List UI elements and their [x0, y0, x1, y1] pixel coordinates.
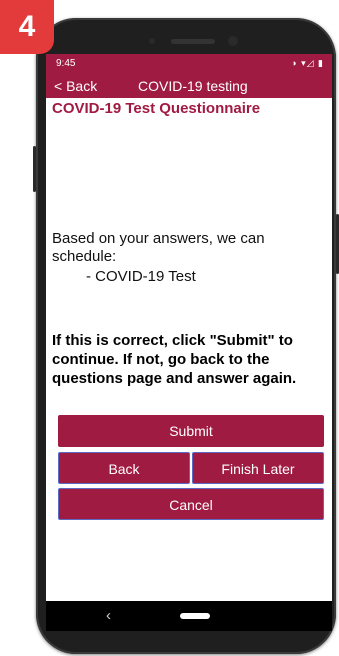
questionnaire-intro: Based on your answers, we can schedule:: [52, 230, 265, 265]
proximity-sensor: [149, 38, 155, 44]
app-bar-title: COVID-19 testing: [138, 78, 248, 94]
front-camera: [228, 36, 238, 46]
nav-home-icon[interactable]: [180, 613, 210, 619]
earpiece-speaker: [171, 39, 215, 44]
questionnaire-instruction: If this is correct, click "Submit" to co…: [52, 332, 297, 387]
nav-back-icon[interactable]: ‹: [106, 607, 111, 624]
status-bar: 9:45 ◑ ▾◿ ▮: [46, 54, 332, 76]
status-time: 9:45: [56, 58, 76, 69]
phone-screen: 9:45 ◑ ▾◿ ▮ < Back COVID-19 testing COVI…: [46, 54, 332, 631]
finish-later-button[interactable]: Finish Later: [192, 452, 324, 484]
submit-button[interactable]: Submit: [58, 415, 324, 447]
step-badge: 4: [0, 0, 54, 54]
system-nav-bar: ‹: [46, 601, 332, 631]
status-icons: ◑ ▾◿ ▮: [291, 58, 324, 68]
questionnaire-title: COVID-19 Test Questionnaire: [52, 100, 261, 117]
app-bar: < Back COVID-19 testing: [46, 76, 332, 98]
back-button[interactable]: Back: [58, 452, 190, 484]
app-bar-back-link[interactable]: < Back: [54, 78, 97, 94]
scheduled-test-item: - COVID-19 Test: [86, 268, 196, 285]
cancel-button[interactable]: Cancel: [58, 488, 324, 520]
volume-button: [33, 146, 36, 192]
